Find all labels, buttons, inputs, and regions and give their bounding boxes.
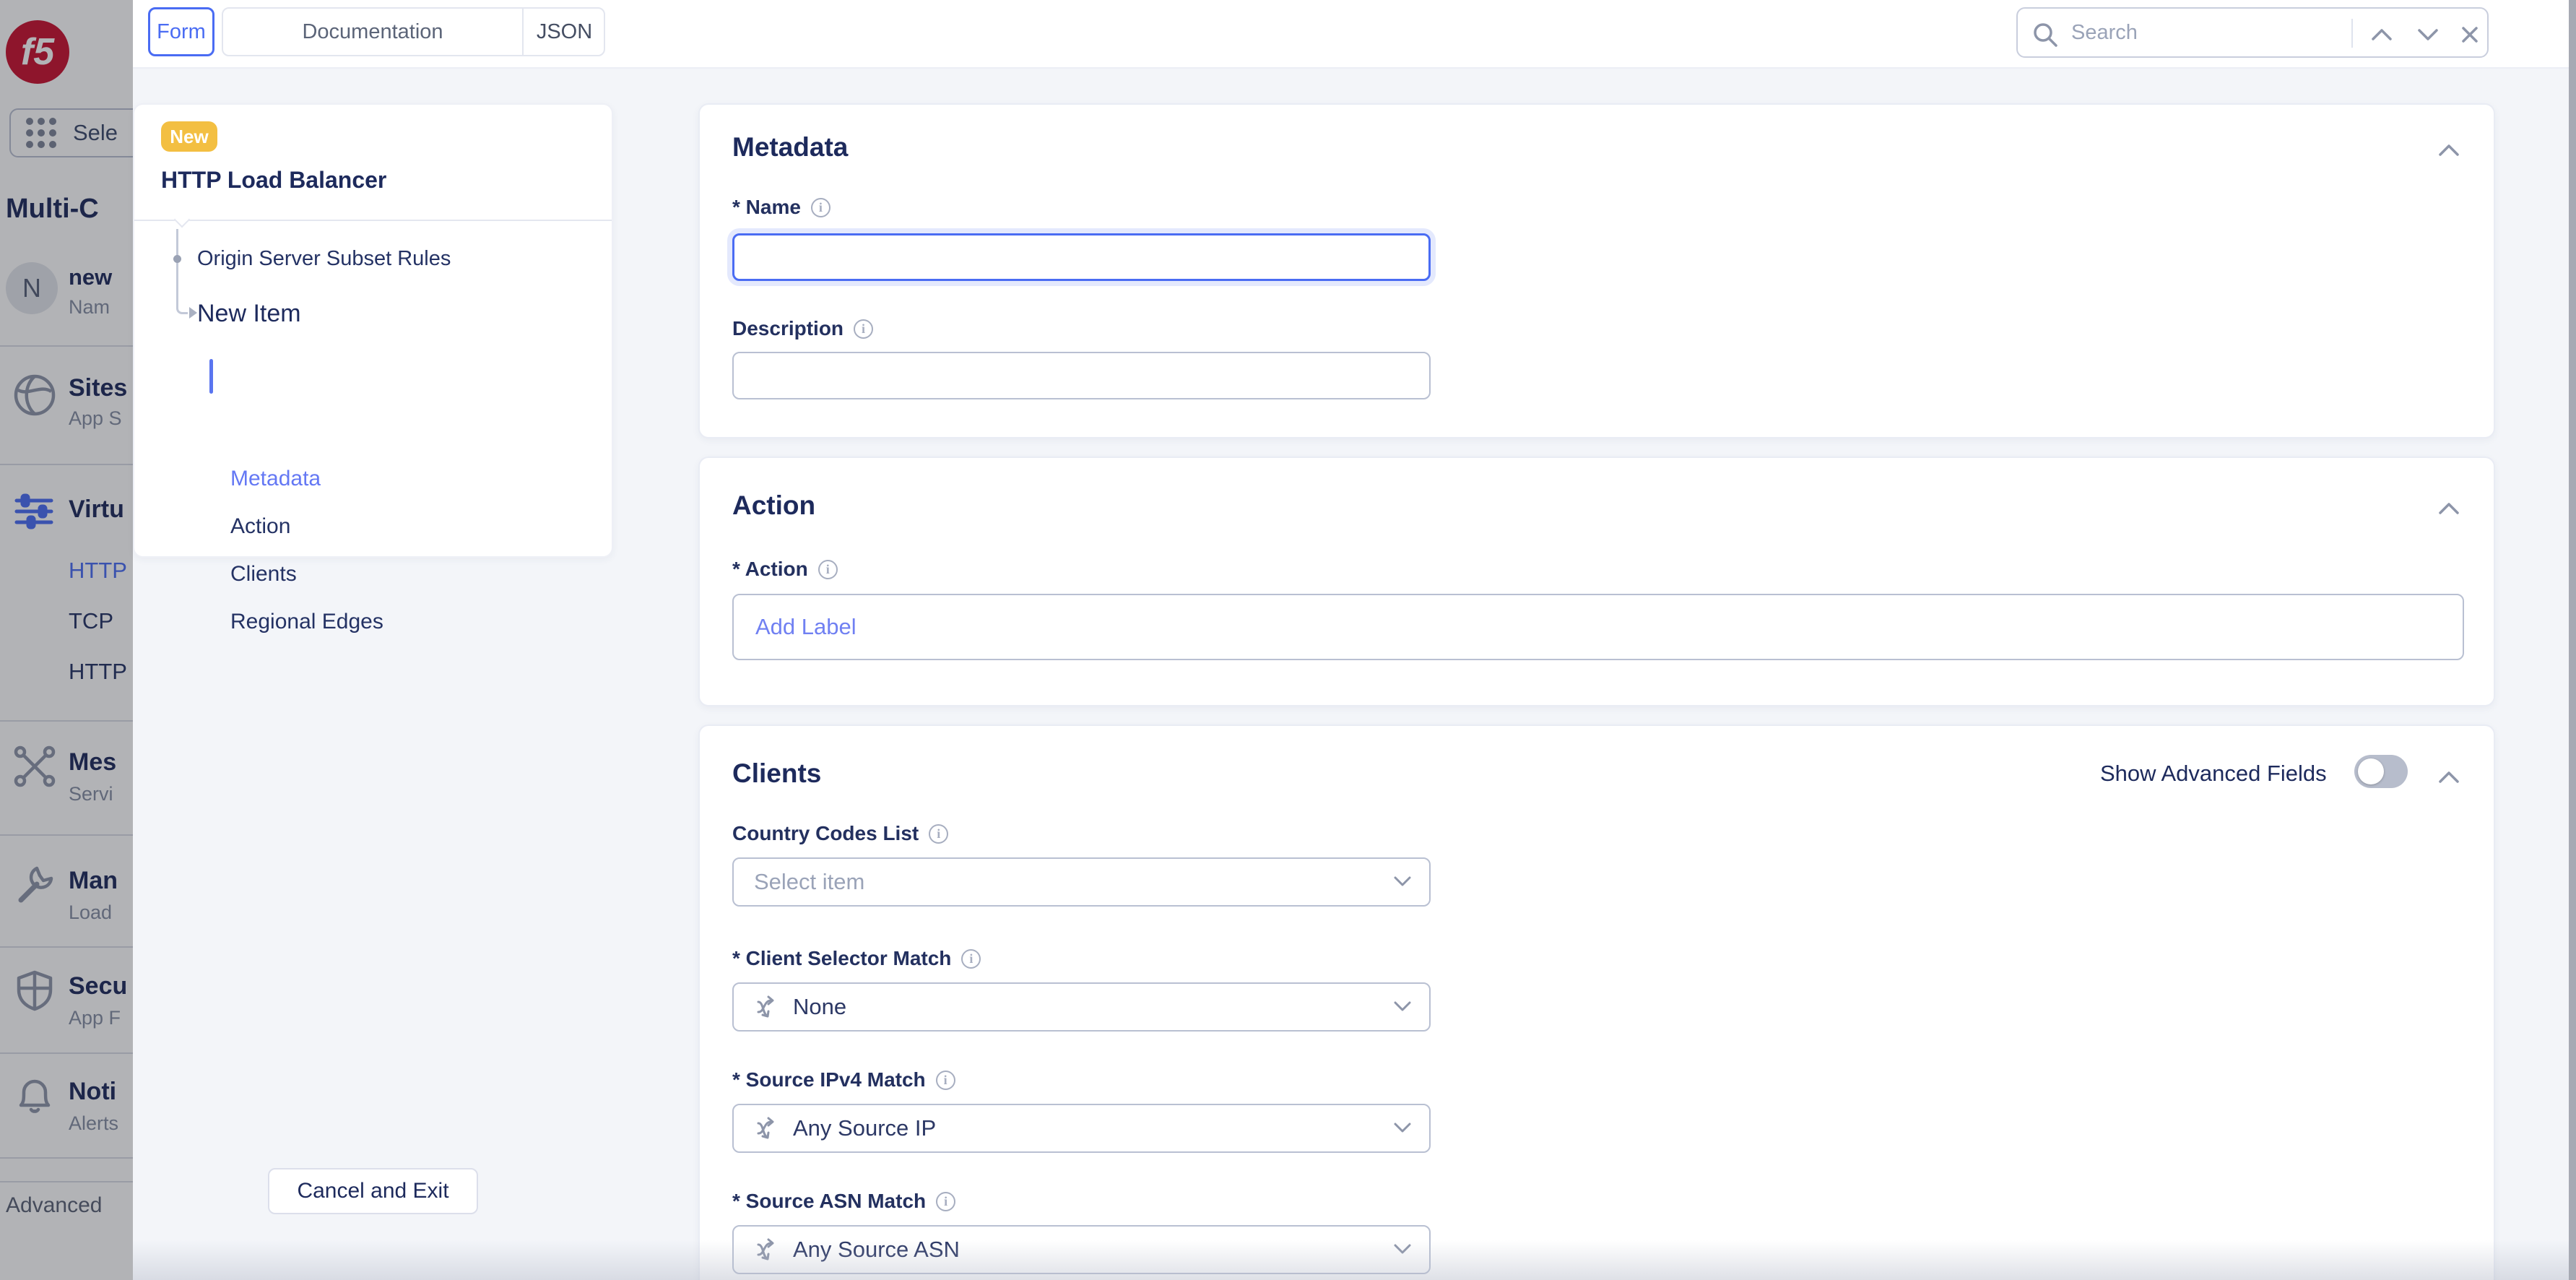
- info-icon[interactable]: i: [854, 319, 873, 339]
- chevron-up-icon: [2436, 500, 2462, 517]
- chevron-down-icon: [1392, 1120, 1413, 1136]
- branch-icon: [754, 1236, 781, 1263]
- show-advanced-fields-toggle[interactable]: [2354, 755, 2408, 788]
- client-selector-match-label: * Client Selector Match i: [732, 947, 981, 970]
- tree-item-new-item[interactable]: New Item: [197, 300, 301, 328]
- tab-group: Documentation JSON: [222, 7, 605, 56]
- info-icon[interactable]: i: [811, 198, 831, 217]
- tree-item-origin-server-subset-rules[interactable]: Origin Server Subset Rules: [197, 247, 451, 271]
- chevron-down-icon[interactable]: [2415, 26, 2441, 43]
- tab-form[interactable]: Form: [148, 7, 214, 56]
- step-action[interactable]: Action: [230, 514, 290, 539]
- collapse-clients-button[interactable]: [2433, 766, 2465, 788]
- action-label: * Action i: [732, 558, 838, 581]
- name-input[interactable]: [732, 233, 1431, 281]
- search-divider: [2351, 19, 2353, 48]
- nav-divider: [134, 220, 612, 221]
- description-input[interactable]: [732, 352, 1431, 399]
- search-input[interactable]: [2070, 12, 2337, 53]
- info-icon[interactable]: i: [936, 1192, 955, 1211]
- search-icon: [2032, 22, 2058, 48]
- collapse-metadata-button[interactable]: [2433, 139, 2465, 161]
- source-ipv4-match-label: * Source IPv4 Match i: [732, 1068, 955, 1091]
- new-badge: New: [161, 121, 217, 152]
- wizard-nav-card: New HTTP Load Balancer Origin Server Sub…: [133, 103, 613, 558]
- chevron-up-icon: [2436, 142, 2462, 159]
- source-asn-match-label: * Source ASN Match i: [732, 1190, 955, 1213]
- panel-body: New HTTP Load Balancer Origin Server Sub…: [133, 69, 2569, 1280]
- source-asn-match-select[interactable]: Any Source ASN: [732, 1225, 1431, 1274]
- country-codes-list-label: Country Codes List i: [732, 822, 948, 845]
- metadata-heading: Metadata: [732, 132, 848, 163]
- screen: f5 Sele Multi-C N new Nam: [0, 0, 2576, 1280]
- chevron-up-icon[interactable]: [2369, 26, 2395, 43]
- tab-documentation[interactable]: Documentation: [223, 9, 524, 55]
- branch-icon: [754, 1115, 781, 1142]
- step-metadata[interactable]: Metadata: [230, 467, 321, 491]
- info-icon[interactable]: i: [961, 949, 981, 969]
- search-box: [2016, 7, 2489, 58]
- description-label: Description i: [732, 317, 873, 340]
- cancel-and-exit-button[interactable]: Cancel and Exit: [268, 1168, 478, 1214]
- action-heading: Action: [732, 490, 815, 521]
- client-selector-match-select[interactable]: None: [732, 982, 1431, 1032]
- action-labels-field[interactable]: Add Label: [732, 594, 2464, 660]
- wizard-panel: Form Documentation JSON: [133, 0, 2569, 1280]
- metadata-section: Metadata * Name i Description i: [698, 103, 2495, 438]
- modal-dim-overlay: [0, 0, 133, 1280]
- nav-divider-notch: [174, 212, 191, 228]
- country-codes-select[interactable]: Select item: [732, 857, 1431, 907]
- step-clients[interactable]: Clients: [230, 562, 297, 587]
- info-icon[interactable]: i: [936, 1071, 955, 1090]
- add-label-link[interactable]: Add Label: [755, 614, 857, 640]
- close-icon[interactable]: [2460, 25, 2480, 45]
- collapse-action-button[interactable]: [2433, 498, 2465, 519]
- source-ipv4-match-select[interactable]: Any Source IP: [732, 1104, 1431, 1153]
- branch-icon: [754, 993, 781, 1021]
- toggle-knob: [2358, 758, 2384, 784]
- panel-topbar: Form Documentation JSON: [133, 0, 2569, 69]
- info-icon[interactable]: i: [818, 560, 838, 579]
- chevron-down-icon: [1392, 873, 1413, 889]
- clients-section: Clients Show Advanced Fields Country Cod…: [698, 725, 2495, 1280]
- active-step-indicator: [209, 359, 213, 394]
- show-advanced-fields-label: Show Advanced Fields: [2100, 761, 2327, 787]
- tree-arrow-icon: [189, 307, 197, 319]
- clients-heading: Clients: [732, 758, 821, 789]
- tree-connector: [176, 229, 188, 314]
- action-section: Action * Action i Add Label: [698, 457, 2495, 706]
- info-icon[interactable]: i: [929, 824, 948, 844]
- modal-dim-overlay-right: [2569, 0, 2576, 1280]
- tree-bullet-icon: [173, 255, 181, 263]
- step-regional-edges[interactable]: Regional Edges: [230, 610, 383, 634]
- name-label: * Name i: [732, 196, 831, 219]
- chevron-down-icon: [1392, 1241, 1413, 1257]
- tab-json[interactable]: JSON: [524, 9, 605, 55]
- chevron-up-icon: [2436, 769, 2462, 786]
- wizard-title: HTTP Load Balancer: [161, 167, 386, 194]
- chevron-down-icon: [1392, 998, 1413, 1014]
